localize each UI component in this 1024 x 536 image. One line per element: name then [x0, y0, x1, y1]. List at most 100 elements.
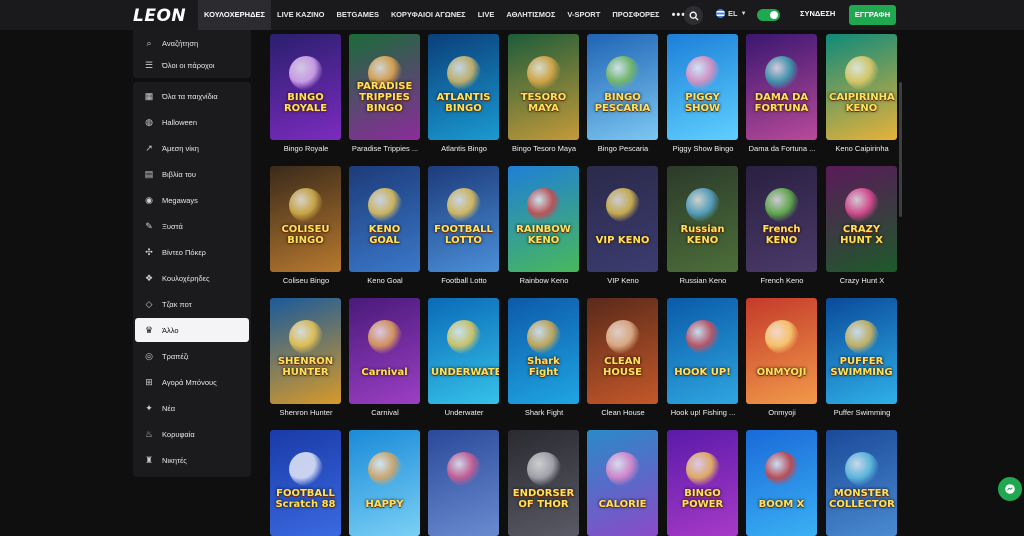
game-card[interactable]: Russian KENO: [667, 166, 738, 272]
sidebar-item-label: Κουλοχέρηδες: [162, 273, 210, 283]
game-title[interactable]: Onmyoji: [742, 408, 822, 417]
game-card[interactable]: CALORIE: [587, 430, 658, 536]
game-card[interactable]: BINGO PESCARIA: [587, 34, 658, 140]
game-art: [685, 452, 720, 486]
game-title[interactable]: Puffer Swimming: [822, 408, 902, 417]
sidebar-item-1[interactable]: ◍ Halloween: [135, 110, 249, 134]
sidebar-item-2[interactable]: ↗ Άμεση νίκη: [135, 136, 249, 160]
nav-top-matches[interactable]: ΚΟΡΥΦΑΙΟΙ ΑΓΩΝΕΣ: [385, 0, 472, 30]
game-title[interactable]: Shenron Hunter: [266, 408, 346, 417]
sidebar-all-providers[interactable]: ☰ Όλοι οι πάροχοι: [135, 53, 249, 77]
game-card[interactable]: [428, 430, 499, 536]
game-title[interactable]: French Keno: [742, 276, 822, 285]
login-button[interactable]: ΣΥΝΔΕΣΗ: [800, 9, 835, 18]
pumpkin-icon: ◍: [145, 116, 153, 127]
game-card[interactable]: BINGO POWER: [667, 430, 738, 536]
sidebar-item-7[interactable]: ❖ Κουλοχέρηδες: [135, 266, 249, 290]
game-logo-text: RAINBOW KENO: [516, 224, 571, 246]
search-button[interactable]: [684, 6, 703, 25]
game-card[interactable]: French KENO: [746, 166, 817, 272]
game-card[interactable]: PIGGY SHOW: [667, 34, 738, 140]
sidebar-item-6[interactable]: ✣ Βίντεο Πόκερ: [135, 240, 249, 264]
game-card[interactable]: HAPPY: [349, 430, 420, 536]
game-card[interactable]: SHENRON HUNTER: [270, 298, 341, 404]
nav-v-sport[interactable]: V-SPORT: [561, 0, 606, 30]
nav-slots[interactable]: ΚΟΥΛΟΧΕΡΗΔΕΣ: [198, 0, 271, 30]
game-card[interactable]: BINGO ROYALE: [270, 34, 341, 140]
game-card[interactable]: TESORO MAYA: [508, 34, 579, 140]
sidebar-item-4[interactable]: ◉ Megaways: [135, 188, 249, 212]
leon-logo[interactable]: LEON: [133, 6, 186, 26]
game-card[interactable]: KENO GOAL: [349, 166, 420, 272]
game-title[interactable]: VIP Keno: [583, 276, 663, 285]
scrollbar[interactable]: [899, 82, 902, 217]
game-card[interactable]: BOOM X: [746, 430, 817, 536]
theme-toggle[interactable]: [757, 9, 780, 21]
game-card[interactable]: ENDORSER OF THOR: [508, 430, 579, 536]
game-card[interactable]: FOOTBALL LOTTO: [428, 166, 499, 272]
sidebar-item-13[interactable]: ♨ Κορυφαία: [135, 422, 249, 446]
game-title[interactable]: Bingo Tesoro Maya: [504, 144, 584, 153]
game-card[interactable]: RAINBOW KENO: [508, 166, 579, 272]
sidebar-item-12[interactable]: ✦ Νέα: [135, 396, 249, 420]
game-logo-text: CAIPIRINHA KENO: [829, 92, 895, 114]
sidebar-item-10[interactable]: ◎ Τραπέζι: [135, 344, 249, 368]
game-card[interactable]: CAIPIRINHA KENO: [826, 34, 897, 140]
sidebar-item-5[interactable]: ✎ Ξυστά: [135, 214, 249, 238]
register-button[interactable]: ΕΓΓΡΑΦΗ: [849, 5, 896, 25]
game-art: [526, 320, 561, 354]
sidebar-item-11[interactable]: ⊞ Αγορά Μπόνους: [135, 370, 249, 394]
sidebar-item-label: Megaways: [162, 195, 198, 205]
sidebar-item-14[interactable]: ♜ Νικητές: [135, 448, 249, 472]
game-art: [605, 56, 640, 90]
game-card[interactable]: FOOTBALL Scratch 88: [270, 430, 341, 536]
nav-betgames[interactable]: BETGAMES: [331, 0, 386, 30]
game-title[interactable]: Piggy Show Bingo: [663, 144, 743, 153]
game-title[interactable]: Paradise Trippies ...: [345, 144, 425, 153]
game-title[interactable]: Bingo Pescaria: [583, 144, 663, 153]
nav-promotions[interactable]: ΠΡΟΣΦΟΡΕΣ: [606, 0, 665, 30]
game-title[interactable]: Hook up! Fishing ...: [663, 408, 743, 417]
sidebar-search[interactable]: ⌕ Αναζήτηση: [135, 31, 249, 55]
game-title[interactable]: Atlantis Bingo: [424, 144, 504, 153]
game-title[interactable]: Keno Goal: [345, 276, 425, 285]
game-title[interactable]: Coliseu Bingo: [266, 276, 346, 285]
game-card[interactable]: CRAZY HUNT X: [826, 166, 897, 272]
game-card[interactable]: PUFFER SWIMMING: [826, 298, 897, 404]
game-title[interactable]: Football Lotto: [424, 276, 504, 285]
game-card[interactable]: Shark Fight: [508, 298, 579, 404]
game-card[interactable]: ONMYOJI: [746, 298, 817, 404]
game-card[interactable]: COLISEU BINGO: [270, 166, 341, 272]
game-title[interactable]: Rainbow Keno: [504, 276, 584, 285]
game-title[interactable]: Crazy Hunt X: [822, 276, 902, 285]
game-card[interactable]: UNDERWATER: [428, 298, 499, 404]
sidebar-item-3[interactable]: ▤ Βιβλία του: [135, 162, 249, 186]
game-card[interactable]: HOOK UP!: [667, 298, 738, 404]
game-card[interactable]: Carnival: [349, 298, 420, 404]
game-card[interactable]: VIP KENO: [587, 166, 658, 272]
language-selector[interactable]: EL ▼: [716, 9, 747, 18]
game-card[interactable]: DAMA DA FORTUNA: [746, 34, 817, 140]
game-title[interactable]: Clean House: [583, 408, 663, 417]
nav-live-casino[interactable]: LIVE ΚΑΖΙΝΟ: [271, 0, 331, 30]
sidebar-item-8[interactable]: ◇ Τζακ ποτ: [135, 292, 249, 316]
game-card[interactable]: CLEAN HOUSE: [587, 298, 658, 404]
game-art: [446, 188, 481, 222]
game-card[interactable]: MONSTER COLLECTOR: [826, 430, 897, 536]
nav-sports[interactable]: ΑΘΛΗΤΙΣΜΟΣ: [500, 0, 561, 30]
sidebar-item-9[interactable]: ♛ Άλλο: [135, 318, 249, 342]
game-title[interactable]: Russian Keno: [663, 276, 743, 285]
game-card[interactable]: ATLANTIS BINGO: [428, 34, 499, 140]
nav-live[interactable]: LIVE: [472, 0, 501, 30]
game-art: [844, 320, 879, 354]
game-title[interactable]: Carnival: [345, 408, 425, 417]
game-title[interactable]: Underwater: [424, 408, 504, 417]
game-title[interactable]: Shark Fight: [504, 408, 584, 417]
game-title[interactable]: Dama da Fortuna ...: [742, 144, 822, 153]
game-card[interactable]: PARADISE TRIPPIES BINGO: [349, 34, 420, 140]
game-title[interactable]: Keno Caipirinha: [822, 144, 902, 153]
chat-button[interactable]: [998, 477, 1022, 501]
sidebar-item-label: Όλα τα παιχνίδια: [162, 91, 218, 101]
sidebar-item-0[interactable]: ▦ Όλα τα παιχνίδια: [135, 84, 249, 108]
game-title[interactable]: Bingo Royale: [266, 144, 346, 153]
